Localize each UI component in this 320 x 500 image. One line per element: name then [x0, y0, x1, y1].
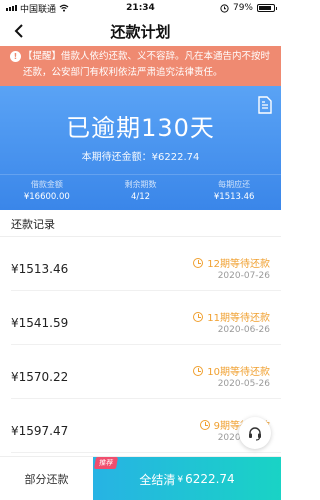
records-title: 还款记录: [11, 218, 55, 231]
divider: [0, 174, 281, 175]
nav-bar: 还款计划: [0, 16, 281, 46]
pending-amount: ¥6222.74: [151, 152, 200, 163]
full-settle-button[interactable]: 推荐 全结清 ¥6222.74: [93, 457, 281, 500]
battery-icon: [257, 4, 277, 12]
stat-value: 4/12: [130, 192, 151, 202]
item-amount: ¥1513.46: [11, 262, 69, 276]
clock-icon: [193, 257, 204, 268]
status-bar: 中国联通 21:34 79%: [0, 0, 281, 16]
recommend-badge: 推荐: [93, 457, 119, 469]
full-settle-currency: ¥: [177, 475, 184, 485]
headset-icon: [249, 427, 261, 441]
item-date: 2020-06-26: [217, 325, 270, 335]
customer-service-button[interactable]: [239, 417, 271, 449]
bottom-bar: 部分还款 推荐 全结清 ¥6222.74: [0, 456, 281, 500]
clock-icon: [193, 311, 204, 322]
item-date: 2020-05-26: [217, 379, 270, 389]
repayment-list: ¥1513.46 12期等待还款 2020-07-26 ¥1541.59 11期…: [0, 237, 281, 453]
pending-amount-line: 本期待还金额：¥6222.74: [0, 148, 281, 163]
item-amount: ¥1541.59: [11, 316, 69, 330]
overdue-status: 已逾期130天: [66, 114, 215, 142]
stat-label: 借款金额: [30, 180, 63, 189]
item-status: 11期等待还款: [193, 309, 270, 324]
back-arrow-icon: [14, 24, 23, 38]
clock-icon: [199, 419, 210, 430]
stat-label: 每期应还: [218, 180, 251, 189]
notice-banner: ! 【提醒】借款人依约还款、义不容辞。凡在本通告内不按时还款，公安部门有权利依法…: [0, 46, 281, 86]
stat-per-period: 每期应还 ¥1513.46: [187, 179, 281, 203]
clock-icon: [193, 365, 204, 376]
partial-repay-button[interactable]: 部分还款: [0, 457, 93, 500]
stat-remaining-periods: 剩余期数 4/12: [94, 179, 188, 203]
stat-loan-amount: 借款金额 ¥16600.00: [0, 179, 94, 203]
notice-text: 【提醒】借款人依约还款、义不容辞。凡在本通告内不按时还款，公安部门有权利依法严肃…: [23, 51, 271, 78]
status-time: 21:34: [126, 3, 155, 13]
list-item[interactable]: ¥1513.46 12期等待还款 2020-07-26: [11, 237, 281, 291]
summary-stats: 借款金额 ¥16600.00 剩余期数 4/12 每期应还 ¥1513.46: [0, 179, 281, 203]
item-status-text: 11期等待还款: [207, 313, 270, 324]
stat-label: 剩余期数: [124, 180, 157, 189]
page-title: 还款计划: [110, 22, 171, 41]
info-icon: !: [10, 51, 21, 62]
pending-label: 本期待还金额：: [81, 152, 152, 163]
list-item[interactable]: ¥1541.59 11期等待还款 2020-06-26: [11, 291, 281, 345]
item-amount: ¥1570.22: [11, 370, 69, 384]
item-status: 10期等待还款: [193, 363, 270, 378]
list-item[interactable]: ¥1570.22 10期等待还款 2020-05-26: [11, 345, 281, 399]
item-status-text: 10期等待还款: [207, 367, 270, 378]
full-settle-label: 全结清: [139, 472, 176, 487]
item-date: 2020-07-26: [217, 271, 270, 281]
stat-value: ¥16600.00: [23, 192, 70, 202]
summary-panel: 已逾期130天 本期待还金额：¥6222.74 借款金额 ¥16600.00 剩…: [0, 86, 281, 210]
full-settle-amount: 6222.74: [185, 472, 235, 486]
stat-value: ¥1513.46: [213, 192, 255, 202]
back-button[interactable]: [10, 22, 28, 40]
item-status-text: 12期等待还款: [207, 259, 270, 270]
item-status: 12期等待还款: [193, 255, 270, 270]
item-amount: ¥1597.47: [11, 424, 69, 438]
